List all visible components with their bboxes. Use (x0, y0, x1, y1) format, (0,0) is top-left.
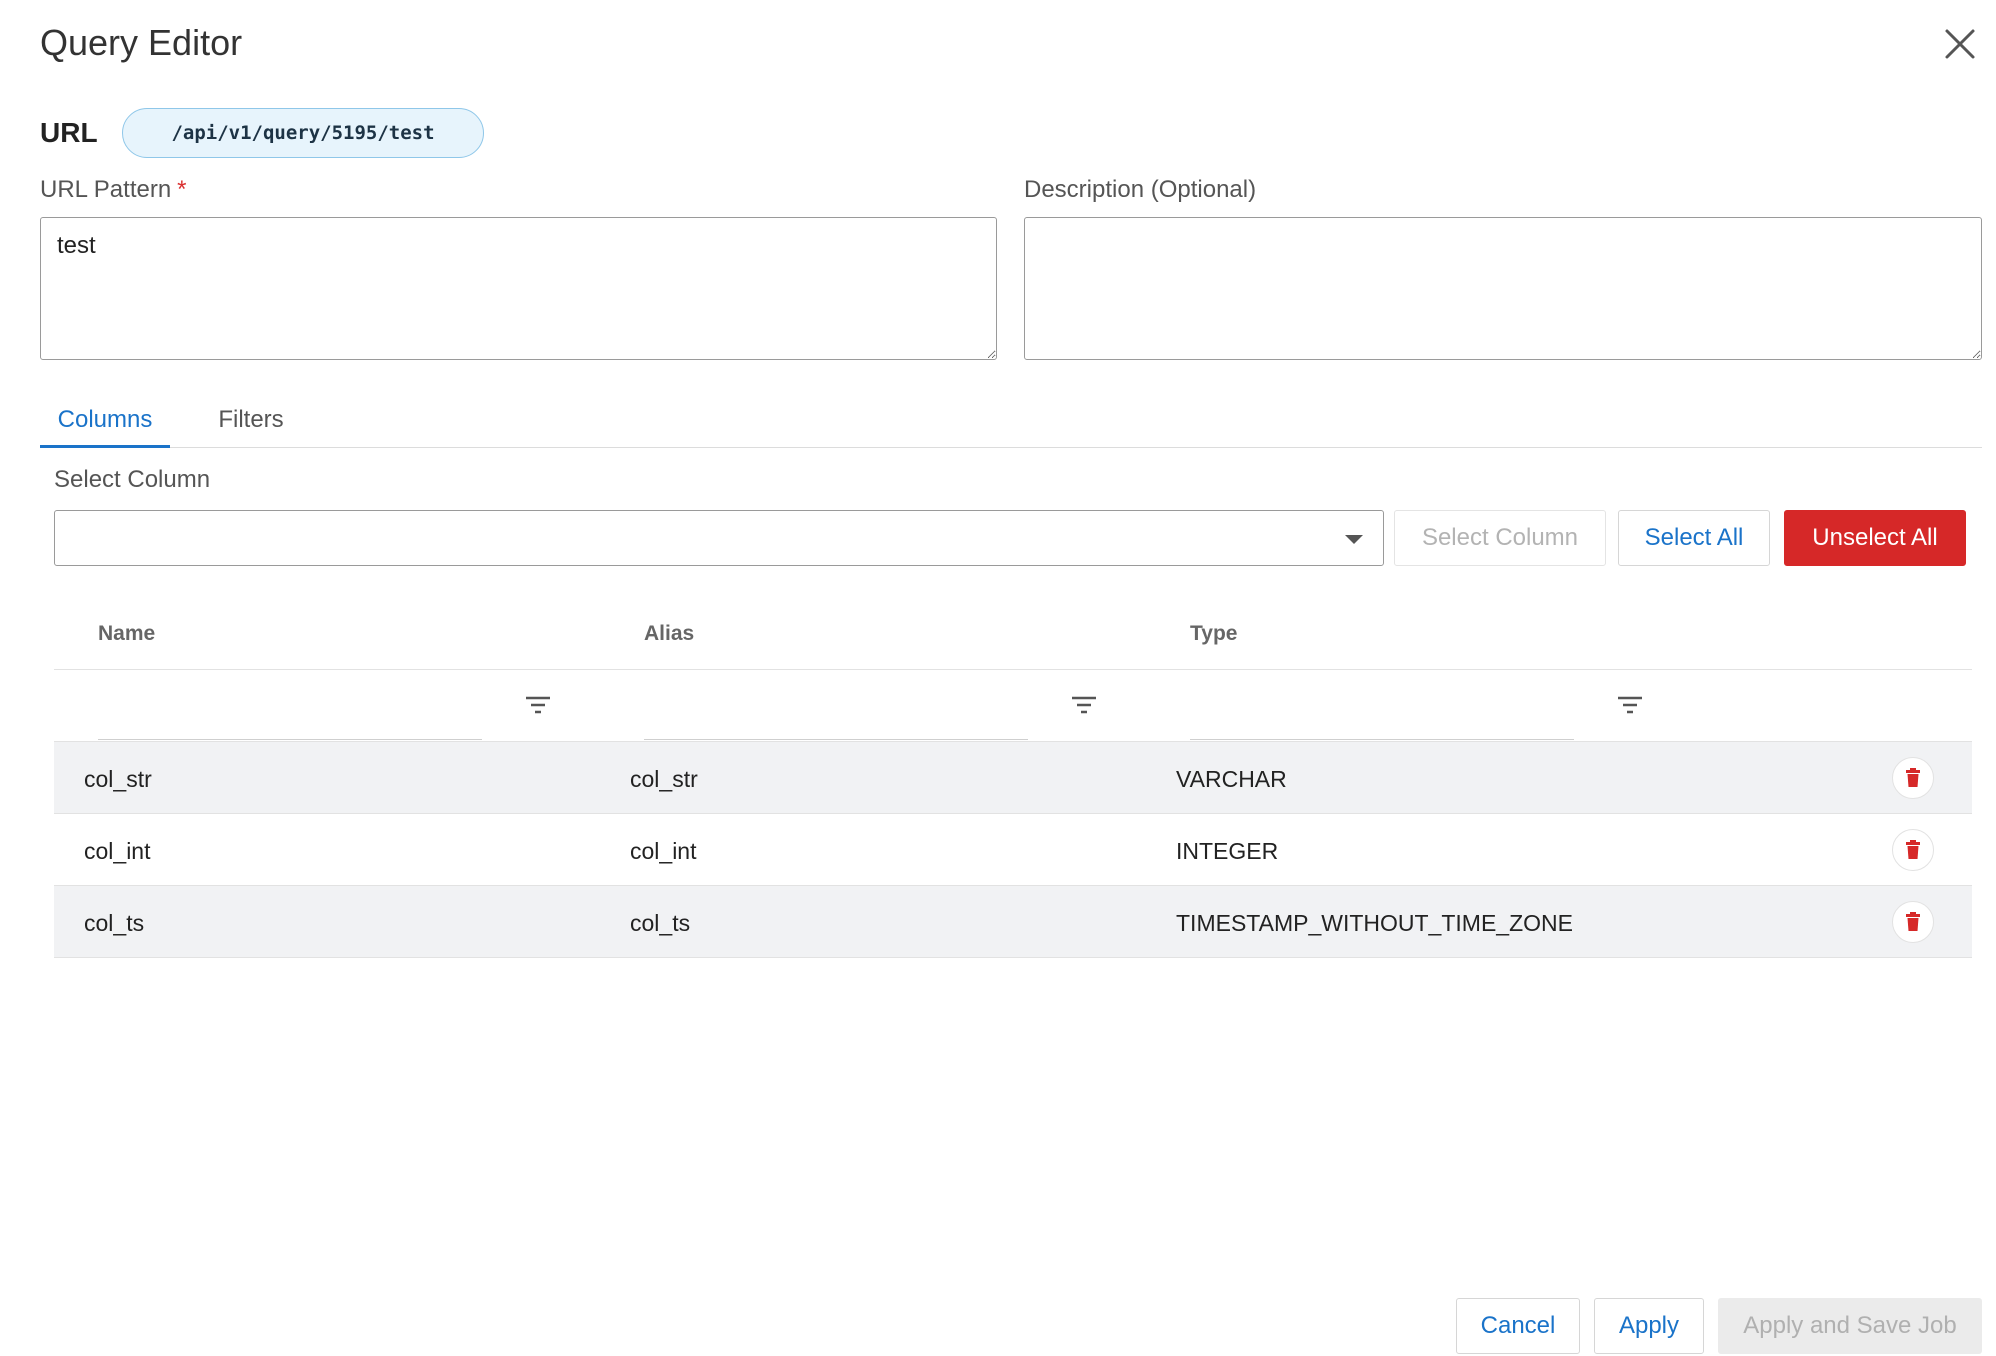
filter-icon[interactable] (1616, 692, 1644, 718)
header-type[interactable]: Type (1190, 622, 1237, 646)
cell-alias: col_str (630, 766, 698, 792)
column-select-dropdown[interactable] (54, 510, 1384, 566)
url-pattern-input[interactable]: test (40, 217, 997, 360)
cell-type: TIMESTAMP_WITHOUT_TIME_ZONE (1176, 910, 1573, 936)
delete-row-button[interactable] (1892, 829, 1934, 871)
url-pattern-label: URL Pattern * (40, 176, 187, 204)
select-all-button[interactable]: Select All (1618, 510, 1770, 566)
unselect-all-button[interactable]: Unselect All (1784, 510, 1966, 566)
select-column-button[interactable]: Select Column (1394, 510, 1606, 566)
filter-icon[interactable] (1070, 692, 1098, 718)
apply-and-save-job-button[interactable]: Apply and Save Job (1718, 1298, 1982, 1354)
description-input[interactable] (1024, 217, 1982, 360)
url-label: URL (40, 117, 98, 148)
select-column-label: Select Column (54, 466, 211, 493)
trash-icon (1906, 840, 1920, 859)
url-badge: /api/v1/query/5195/test (122, 108, 484, 158)
table-row: col_str col_str VARCHAR (54, 742, 1972, 814)
delete-row-button[interactable] (1892, 901, 1934, 943)
table-row: col_int col_int INTEGER (54, 814, 1972, 886)
description-label: Description (Optional) (1024, 176, 1257, 203)
cell-type: VARCHAR (1176, 766, 1287, 792)
cell-alias: col_ts (630, 910, 691, 936)
url-row: URL /api/v1/query/5195/test (40, 108, 484, 158)
dialog-title: Query Editor (40, 22, 243, 63)
trash-icon (1906, 768, 1920, 787)
tab-columns[interactable]: Columns (40, 398, 170, 448)
filter-row (54, 670, 1972, 742)
alias-filter-input[interactable] (644, 670, 1028, 740)
name-filter-input[interactable] (98, 670, 482, 740)
header-alias[interactable]: Alias (644, 622, 694, 646)
cell-name: col_str (84, 766, 152, 792)
cell-name: col_int (84, 838, 151, 864)
chevron-down-icon (1345, 535, 1363, 544)
trash-icon (1906, 912, 1920, 931)
columns-table: Name Alias Type col_str col_str VARCHAR … (54, 598, 1972, 958)
url-pattern-label-text: URL Pattern (40, 176, 172, 203)
close-icon (1945, 29, 1975, 59)
tab-filters[interactable]: Filters (206, 398, 296, 448)
tab-bar: Columns Filters (40, 398, 1982, 448)
cancel-button[interactable]: Cancel (1456, 1298, 1580, 1354)
filter-icon[interactable] (524, 692, 552, 718)
table-row: col_ts col_ts TIMESTAMP_WITHOUT_TIME_ZON… (54, 886, 1972, 958)
close-button[interactable] (1938, 22, 1982, 66)
required-mark: * (177, 176, 187, 203)
header-name[interactable]: Name (98, 622, 155, 646)
type-filter-input[interactable] (1190, 670, 1574, 740)
apply-button[interactable]: Apply (1594, 1298, 1704, 1354)
cell-name: col_ts (84, 910, 145, 936)
cell-type: INTEGER (1176, 838, 1279, 864)
table-header: Name Alias Type (54, 598, 1972, 670)
cell-alias: col_int (630, 838, 697, 864)
delete-row-button[interactable] (1892, 757, 1934, 799)
